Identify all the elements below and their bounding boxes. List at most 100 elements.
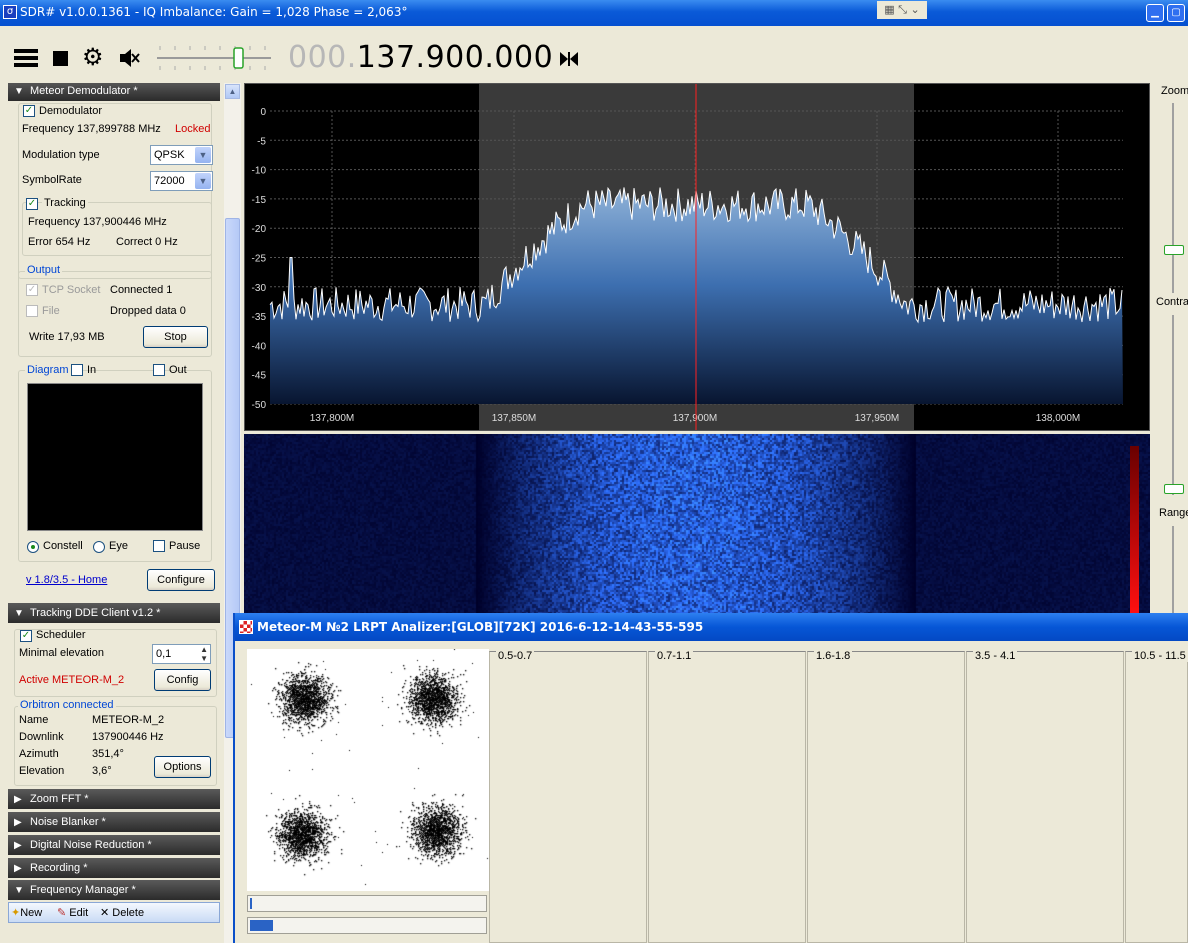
titlebar-menu-icon[interactable]: ▦ ⤡ ⌄ (877, 1, 927, 19)
x-axis-labels: 137,800M 137,850M 137,900M 137,950M 138,000M (310, 413, 1080, 424)
contrast-label: Contras (1156, 296, 1188, 308)
minimize-button[interactable]: ▁ (1146, 4, 1164, 22)
volume-slider[interactable] (155, 42, 273, 72)
min-elevation-input[interactable]: 0,1 ▲ ▼ (152, 644, 211, 664)
collapse-arrow-icon: ▼ (14, 608, 24, 619)
tune-center-icon[interactable] (558, 49, 580, 69)
out-checkbox[interactable] (153, 364, 165, 376)
modulation-value: QPSK (154, 149, 185, 161)
contrast-slider-thumb[interactable] (1164, 484, 1184, 494)
section-recording[interactable]: ▶ Recording * (8, 858, 220, 878)
modulation-select[interactable]: QPSK ▼ (150, 145, 213, 165)
scroll-up-icon[interactable]: ▲ (225, 84, 240, 99)
new-button[interactable]: ✦New (11, 906, 42, 919)
configure-button[interactable]: Configure (147, 569, 215, 591)
tracking-error: Error 654 Hz (28, 236, 91, 248)
analyzer-title: Meteor-M №2 LRPT Analizer:[GLOB][72K] 20… (257, 620, 704, 634)
spectrum-display[interactable]: 0 -5 -10 -15 -20 -25 -30 -35 -40 -45 -50 137,800M 1… (244, 83, 1150, 431)
section-title: Recording * (30, 862, 88, 874)
section-title: Noise Blanker * (30, 816, 106, 828)
y-tick-label: -20 (252, 224, 267, 235)
eye-radio[interactable] (93, 541, 105, 553)
section-title: Digital Noise Reduction * (30, 839, 152, 851)
delete-button[interactable]: ✕ Delete (100, 906, 144, 919)
channel-panel-3: 1.6-1.8 (807, 650, 965, 943)
config-button[interactable]: Config (154, 669, 211, 691)
zoom-slider-thumb[interactable] (1164, 245, 1184, 255)
file-label: File (42, 305, 60, 317)
output-label: Output (25, 264, 63, 276)
tracking-label: Tracking (42, 197, 88, 209)
expand-arrow-icon: ▶ (14, 840, 22, 851)
spinner-arrows-icon[interactable]: ▲ ▼ (200, 645, 208, 663)
y-axis-labels: 0 -5 -10 -15 -20 -25 -30 -35 -40 -45 -50 (252, 107, 267, 411)
demodulator-checkbox[interactable]: ✓ (23, 105, 35, 117)
section-digital-noise-reduction[interactable]: ▶ Digital Noise Reduction * (8, 835, 220, 855)
range-slider-track[interactable] (1172, 526, 1174, 613)
left-panel: ▼ Meteor Demodulator * ✓ Demodulator Freq… (0, 83, 222, 943)
mute-icon[interactable] (117, 44, 141, 72)
write-size: Write 17,93 MB (29, 331, 105, 343)
home-link[interactable]: v 1.8/3.5 - Home (26, 574, 107, 586)
name-value: METEOR-M_2 (92, 714, 165, 726)
zoom-label: Zoom (1161, 85, 1188, 97)
options-button[interactable]: Options (154, 756, 211, 778)
section-tracking-dde[interactable]: ▼ Tracking DDE Client v1.2 * (8, 603, 220, 623)
min-elevation-label: Minimal elevation (19, 647, 104, 659)
tracking-checkbox[interactable]: ✓ (26, 198, 38, 210)
tcp-socket-checkbox[interactable]: ✓ (26, 284, 38, 296)
symbolrate-select[interactable]: 72000 ▼ (150, 171, 213, 191)
y-tick-label: -45 (252, 371, 267, 382)
channel-panel-4: 3.5 - 4.1 (966, 650, 1124, 943)
constellation-plot (247, 649, 489, 891)
tracking-correct: Correct 0 Hz (116, 236, 178, 248)
edit-button[interactable]: ✎ Edit (57, 906, 88, 919)
waterfall-display[interactable] (244, 434, 1150, 614)
name-label: Name (19, 714, 49, 726)
y-tick-label: -35 (252, 312, 267, 323)
gear-icon[interactable]: ⚙ (82, 44, 104, 72)
analyzer-app-icon (239, 620, 253, 634)
signal-level-bar (1130, 446, 1139, 614)
delete-label: Delete (112, 907, 145, 919)
title-bar: σ SDR# v1.0.0.1361 - IQ Imbalance: Gain … (0, 0, 1188, 26)
section-title: Zoom FFT * (30, 793, 89, 805)
frequency-leading-zeros: 000. (288, 40, 357, 75)
constell-radio[interactable] (27, 541, 39, 553)
tracking-frequency: Frequency 137,900446 MHz (28, 216, 167, 228)
section-meteor-demodulator[interactable]: ▼ Meteor Demodulator * (8, 83, 220, 101)
tcp-status: Connected 1 (110, 284, 173, 296)
file-checkbox[interactable] (26, 305, 38, 317)
expand-arrow-icon: ▶ (14, 863, 22, 874)
frequency-display[interactable]: 000.137.900.000 (288, 40, 553, 75)
y-tick-label: -5 (257, 136, 266, 147)
section-title: Frequency Manager * (30, 884, 136, 896)
scheduler-label: Scheduler (36, 629, 86, 641)
stop-icon[interactable] (53, 51, 68, 66)
pause-label: Pause (169, 540, 201, 552)
chevron-down-icon: ▼ (195, 173, 211, 189)
progress-bar-1 (247, 895, 487, 912)
collapse-arrow-icon: ▼ (14, 885, 24, 896)
menu-icon[interactable] (14, 49, 38, 67)
pause-checkbox[interactable] (153, 540, 165, 552)
section-zoom-fft[interactable]: ▶ Zoom FFT * (8, 789, 220, 809)
min-elevation-value: 0,1 (156, 648, 172, 660)
in-checkbox[interactable] (71, 364, 83, 376)
contrast-slider-track[interactable] (1172, 315, 1174, 495)
edit-icon: ✎ (57, 907, 67, 919)
azimuth-label: Azimuth (19, 748, 59, 760)
demodulator-label: Demodulator (39, 105, 102, 117)
section-noise-blanker[interactable]: ▶ Noise Blanker * (8, 812, 220, 832)
chevron-down-icon: ▼ (195, 147, 211, 163)
section-frequency-manager[interactable]: ▼ Frequency Manager * (8, 880, 220, 900)
elevation-label: Elevation (19, 765, 65, 777)
stop-button[interactable]: Stop (143, 326, 208, 348)
zoom-slider-track[interactable] (1172, 103, 1174, 293)
maximize-button[interactable]: ▢ (1167, 4, 1185, 22)
x-tick-label: 137,900M (673, 413, 717, 424)
channel-label: 0.5-0.7 (496, 650, 535, 662)
scheduler-checkbox[interactable]: ✓ (20, 630, 32, 642)
x-tick-label: 137,950M (855, 413, 899, 424)
progress-bar-1-fill (250, 898, 252, 909)
